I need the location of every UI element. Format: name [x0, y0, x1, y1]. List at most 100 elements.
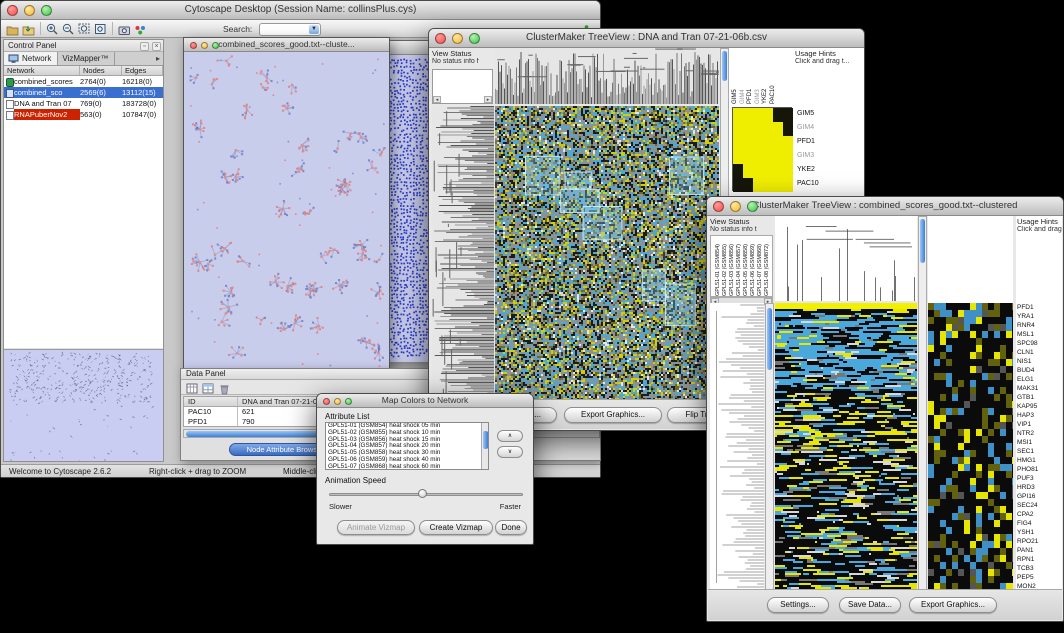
float-icon[interactable]: ▫ [140, 42, 149, 51]
scroll-thumb[interactable] [920, 219, 925, 263]
zoom-button[interactable] [345, 398, 352, 405]
minimize-button[interactable] [730, 201, 741, 212]
matrix-cell[interactable] [763, 150, 773, 164]
tvdna-titlebar[interactable]: ClusterMaker TreeView : DNA and Tran 07-… [429, 29, 864, 48]
minimize-button[interactable] [334, 398, 341, 405]
network-table-row[interactable]: RNAPuberNov2563(0)107847(0) [4, 109, 163, 120]
tab-overflow-arrow[interactable]: ▸ [156, 52, 163, 65]
network-overview-canvas[interactable] [4, 351, 163, 461]
matrix-cell[interactable] [783, 108, 793, 122]
tvcomb-titlebar[interactable]: ClusterMaker TreeView : combined_scores_… [707, 197, 1063, 216]
matrix-cell[interactable] [753, 136, 763, 150]
attribute-list-scrollbar[interactable] [481, 423, 488, 469]
matrix-cell[interactable] [743, 108, 753, 122]
zoom-in-icon[interactable] [45, 22, 60, 36]
column-dendrogram-canvas[interactable] [495, 48, 719, 104]
matrix-cell[interactable] [733, 136, 743, 150]
close-button[interactable] [7, 5, 18, 16]
matrix-cell[interactable] [733, 164, 743, 178]
dendrogram-vscrollbar[interactable] [765, 303, 774, 591]
matrix-cell[interactable] [783, 136, 793, 150]
attribute-list[interactable]: GPL51-01 (GSM854) heat shock 05 minGPL51… [325, 422, 489, 470]
slider-knob[interactable] [418, 489, 427, 498]
zoom-fit-icon[interactable] [93, 22, 108, 36]
matrix-cell[interactable] [743, 178, 753, 192]
close-button[interactable] [435, 33, 446, 44]
row-dendrogram-canvas[interactable] [710, 303, 764, 591]
matrix-cell[interactable] [773, 150, 783, 164]
matrix-cell[interactable] [733, 108, 743, 122]
col-id[interactable]: ID [184, 397, 238, 406]
col-edges[interactable]: Edges [122, 66, 163, 75]
minimize-button[interactable] [452, 33, 463, 44]
netfront-titlebar[interactable]: combined_scores_good.txt--cluste... [184, 38, 389, 52]
zoom-button[interactable] [41, 5, 52, 16]
matrix-cell[interactable] [773, 136, 783, 150]
matrix-cell[interactable] [773, 178, 783, 192]
minimize-button[interactable] [24, 5, 35, 16]
trash-icon[interactable] [217, 381, 232, 395]
matrix-cell[interactable] [773, 164, 783, 178]
close-icon[interactable]: × [152, 42, 161, 51]
map-dialog-titlebar[interactable]: Map Colors to Network [317, 394, 533, 408]
open-icon[interactable] [5, 22, 20, 36]
matrix-cell[interactable] [743, 122, 753, 136]
matrix-cell[interactable] [743, 164, 753, 178]
export-graphics-button[interactable]: Export Graphics... [564, 407, 662, 423]
matrix-cell[interactable] [783, 164, 793, 178]
zoom-region-icon[interactable] [77, 22, 92, 36]
row-dendrogram-canvas[interactable] [432, 106, 494, 401]
matrix-cell[interactable] [753, 122, 763, 136]
matrix-cell[interactable] [743, 150, 753, 164]
network-table-row[interactable]: combined_scores2764(0)16218(0) [4, 76, 163, 87]
tab-vizmapper[interactable]: VizMapper™ [58, 52, 115, 65]
search-input[interactable]: ▼ [259, 23, 321, 36]
close-button[interactable] [323, 398, 330, 405]
matrix-cell[interactable] [783, 150, 793, 164]
matrix-cell[interactable] [773, 108, 783, 122]
global-heatmap-canvas[interactable] [775, 303, 917, 591]
export-graphics-button[interactable]: Export Graphics... [909, 597, 997, 613]
matrix-cell[interactable] [783, 178, 793, 192]
heatmap-canvas[interactable] [495, 106, 719, 401]
zoom-button[interactable] [212, 42, 219, 49]
select-attributes-icon[interactable] [185, 381, 200, 395]
network-table-row[interactable]: DNA and Tran 07769(0)183728(0) [4, 98, 163, 109]
matrix-cell[interactable] [733, 150, 743, 164]
dendrogram-navigator[interactable]: ◂ ▸ [432, 69, 493, 104]
create-vizmap-button[interactable]: Create Vizmap [419, 520, 493, 535]
zoom-out-icon[interactable] [61, 22, 76, 36]
matrix-cell[interactable] [753, 108, 763, 122]
matrix-cell[interactable] [753, 178, 763, 192]
settings-button[interactable]: Settings... [767, 597, 829, 613]
minimize-button[interactable] [201, 42, 208, 49]
animation-speed-slider[interactable] [329, 488, 523, 500]
matrix-cell[interactable] [753, 150, 763, 164]
main-titlebar[interactable]: Cytoscape Desktop (Session Name: collins… [1, 1, 600, 20]
matrix-cell[interactable] [763, 108, 773, 122]
correlation-matrix[interactable] [732, 107, 792, 191]
import-icon[interactable] [21, 22, 36, 36]
scroll-thumb[interactable] [767, 308, 772, 370]
move-up-button[interactable]: ∧ [497, 430, 523, 442]
move-down-button[interactable]: ∨ [497, 446, 523, 458]
appearance-icon[interactable] [133, 22, 148, 36]
scroll-thumb[interactable] [722, 51, 727, 81]
matrix-cell[interactable] [763, 122, 773, 136]
scroll-thumb[interactable] [483, 431, 488, 449]
zoom-button[interactable] [469, 33, 480, 44]
done-button[interactable]: Done [495, 520, 527, 535]
chevron-down-icon[interactable]: ▼ [309, 25, 319, 35]
matrix-cell[interactable] [763, 164, 773, 178]
matrix-cell[interactable] [733, 122, 743, 136]
zoom-heatmap-canvas[interactable] [928, 303, 1013, 591]
column-dendrogram-canvas[interactable] [775, 216, 917, 301]
col-network[interactable]: Network [4, 66, 80, 75]
save-data-button[interactable]: Save Data... [839, 597, 901, 613]
attribute-list-item[interactable]: GPL51-07 (GSM868) heat shock 60 min [326, 464, 488, 470]
scroll-right-icon[interactable]: ▸ [484, 96, 492, 103]
network-table-row[interactable]: combined_sco2569(6)13112(15) [4, 87, 163, 98]
network-canvas[interactable] [184, 52, 389, 369]
close-button[interactable] [713, 201, 724, 212]
zoom-button[interactable] [747, 201, 758, 212]
